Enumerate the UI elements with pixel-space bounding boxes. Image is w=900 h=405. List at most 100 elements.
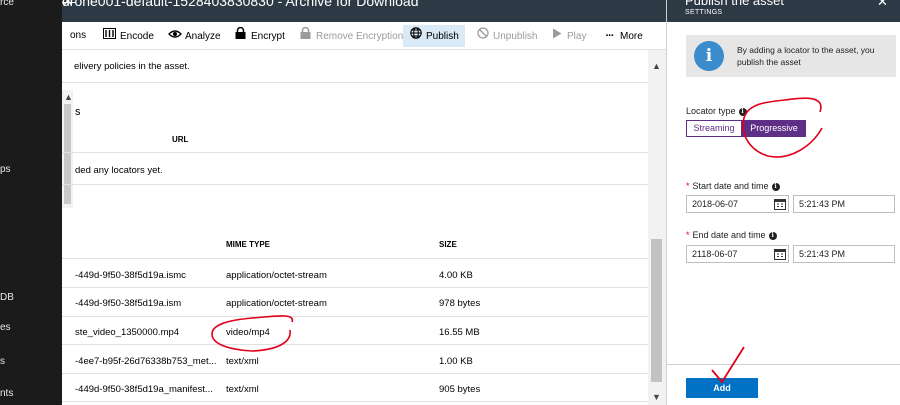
remove-encryption-button[interactable]: Remove Encryption <box>299 25 403 47</box>
nav-item[interactable]: s <box>0 356 5 367</box>
toolbar-label: More <box>620 31 643 42</box>
blade-title-bar: drone001-default-1528403830830 - Archive… <box>62 0 666 22</box>
toolbar-label: Encrypt <box>251 31 285 42</box>
encrypt-button[interactable]: Encrypt <box>234 25 285 47</box>
start-date-field[interactable]: 2018-06-07 <box>686 195 789 213</box>
blade-title: drone001-default-1528403830830 - Archive… <box>62 0 419 9</box>
divider <box>62 373 648 374</box>
panel-subtitle: SETTINGS <box>685 9 723 16</box>
left-navigation: rce ps DB es s nts <box>0 0 62 405</box>
required-icon: * <box>686 181 690 191</box>
toolbar-label: Play <box>567 31 587 42</box>
locator-option-progressive[interactable]: Progressive <box>742 120 806 137</box>
calendar-icon[interactable] <box>774 198 786 210</box>
close-icon[interactable]: ✕ <box>62 0 74 10</box>
divider <box>62 258 648 259</box>
start-label-text: Start date and time <box>692 181 769 191</box>
nav-item[interactable]: DB <box>0 292 14 303</box>
asset-blade: drone001-default-1528403830830 - Archive… <box>62 0 666 405</box>
encode-icon <box>103 25 116 47</box>
column-header-size: SIZE <box>439 240 457 249</box>
file-size: 905 bytes <box>439 384 481 395</box>
file-name: -449d-9f50-38f5d19a.ismc <box>75 270 186 281</box>
divider <box>62 82 648 83</box>
divider <box>62 316 648 317</box>
analyze-button[interactable]: Analyze <box>168 25 221 47</box>
lock-icon <box>234 25 247 47</box>
locator-type-label: Locator type i <box>686 106 747 116</box>
toolbar-label: Unpublish <box>493 31 538 42</box>
nav-item[interactable]: nts <box>0 388 13 399</box>
file-mime: text/xml <box>226 384 259 395</box>
end-time-field[interactable]: 5:21:43 PM <box>793 245 895 263</box>
divider <box>62 401 648 402</box>
info-banner: i By adding a locator to the asset, you … <box>686 35 896 77</box>
end-label-text: End date and time <box>692 230 766 240</box>
info-icon[interactable]: i <box>768 232 777 240</box>
publish-button[interactable]: Publish <box>403 25 465 47</box>
locator-option-streaming[interactable]: Streaming <box>686 120 742 137</box>
delivery-policy-text: elivery policies in the asset. <box>74 61 190 72</box>
toolbar-label: ons <box>70 30 87 41</box>
lock-icon <box>299 25 312 47</box>
file-mime: video/mp4 <box>226 327 270 338</box>
info-message: By adding a locator to the asset, you pu… <box>737 45 875 67</box>
scroll-thumb[interactable] <box>651 239 662 382</box>
block-icon <box>476 25 489 47</box>
start-date-label: * Start date and time i <box>686 181 780 191</box>
add-button[interactable]: Add <box>686 378 758 398</box>
file-size: 16.55 MB <box>439 327 480 338</box>
info-icon[interactable]: i <box>771 183 780 191</box>
file-size: 1.00 KB <box>439 356 473 367</box>
divider <box>62 344 648 345</box>
inner-scrollbar[interactable]: ▲ <box>62 90 73 208</box>
close-icon[interactable]: ✕ <box>877 0 888 10</box>
info-icon: i <box>694 41 724 71</box>
file-size: 978 bytes <box>439 298 481 309</box>
file-name: ste_video_1350000.mp4 <box>75 327 180 338</box>
required-icon: * <box>686 230 690 240</box>
start-time-field[interactable]: 5:21:43 PM <box>793 195 895 213</box>
calendar-icon[interactable] <box>774 248 786 260</box>
scroll-thumb[interactable] <box>64 104 71 204</box>
no-locators-text: ded any locators yet. <box>75 165 163 176</box>
divider <box>62 287 648 288</box>
play-icon <box>550 25 563 47</box>
divider <box>62 152 648 153</box>
scroll-up-icon[interactable]: ▲ <box>64 92 73 102</box>
eye-icon <box>168 25 182 47</box>
globe-icon <box>409 25 422 47</box>
toolbar-button-ons[interactable]: ons <box>70 25 86 47</box>
scroll-up-icon[interactable]: ▲ <box>652 61 661 71</box>
file-mime: text/xml <box>226 356 259 367</box>
nav-item[interactable]: es <box>0 322 11 333</box>
file-name: -449d-9f50-38f5d19a.ism <box>75 298 182 309</box>
play-button[interactable]: Play <box>550 25 586 47</box>
end-date-label: * End date and time i <box>686 230 777 240</box>
unpublish-button[interactable]: Unpublish <box>476 25 537 47</box>
nav-item[interactable]: ps <box>0 164 11 175</box>
panel-title: Publish the asset <box>685 0 785 8</box>
column-header-url: URL <box>172 135 189 144</box>
info-icon[interactable]: i <box>738 108 747 116</box>
file-name: -449d-9f50-38f5d19a_manifest... <box>75 384 213 395</box>
toolbar-label: Publish <box>426 31 459 42</box>
encode-button[interactable]: Encode <box>103 25 154 47</box>
end-date-field[interactable]: 2118-06-07 <box>686 245 789 263</box>
file-size: 4.00 KB <box>439 270 473 281</box>
nav-item[interactable]: rce <box>0 0 14 8</box>
divider <box>62 184 648 185</box>
toolbar: ons Encode Analyze Encrypt Remove Encryp… <box>62 22 666 50</box>
toolbar-label: Remove Encryption <box>316 31 404 42</box>
locator-type-text: Locator type <box>686 106 736 116</box>
file-mime: application/octet-stream <box>226 298 327 309</box>
column-header-mime: MIME TYPE <box>226 240 271 249</box>
panel-title-bar: Publish the asset SETTINGS ✕ <box>667 0 900 22</box>
scroll-down-icon[interactable]: ▼ <box>652 392 661 402</box>
file-name: -4ee7-b95f-26d76338b753_met... <box>75 356 217 367</box>
file-mime: application/octet-stream <box>226 270 327 281</box>
divider <box>667 364 900 365</box>
more-icon: ··· <box>605 30 615 42</box>
toolbar-label: Encode <box>120 31 154 42</box>
more-button[interactable]: ··· More <box>603 25 643 47</box>
